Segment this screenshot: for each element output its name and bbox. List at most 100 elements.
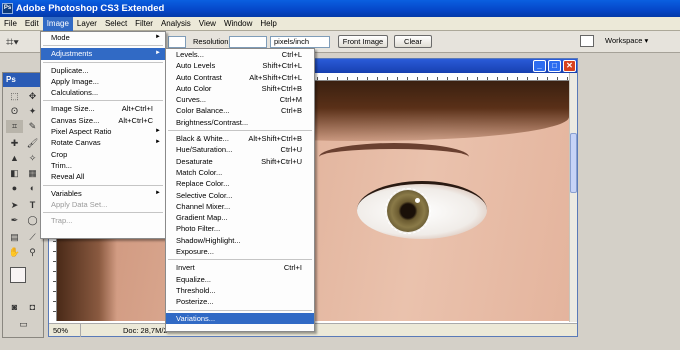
menu-item-threshold[interactable]: Threshold... — [166, 285, 314, 296]
label: Levels... — [176, 50, 204, 59]
menu-item-curves[interactable]: Curves... Ctrl+M — [166, 94, 314, 105]
menu-item-color-balance[interactable]: Color Balance... Ctrl+B — [166, 105, 314, 116]
menu-item-trim[interactable]: Trim... — [41, 160, 165, 171]
path-select-icon[interactable]: ➤ — [6, 199, 23, 212]
eyedropper-icon[interactable]: ⟋ — [24, 231, 41, 244]
label: Invert — [176, 263, 195, 273]
menu-item-variables[interactable]: Variables ► — [41, 188, 165, 199]
zoom-tool-icon[interactable]: ⚲ — [24, 246, 41, 259]
blur-tool-icon[interactable]: ● — [6, 182, 23, 195]
label: Hue/Saturation... — [176, 145, 233, 155]
zoom-level[interactable]: 50% — [51, 324, 81, 337]
close-icon[interactable]: ✕ — [563, 60, 576, 72]
menu-item-crop[interactable]: Crop — [41, 149, 165, 160]
menu-item-black-white[interactable]: Black & White... Alt+Shift+Ctrl+B — [166, 133, 314, 144]
label: Color Balance... — [176, 106, 230, 116]
slice-tool-icon[interactable]: ✎ — [24, 120, 41, 133]
eraser-tool-icon[interactable]: ◧ — [6, 167, 23, 180]
menu-file[interactable]: File — [0, 17, 21, 31]
menu-item-posterize[interactable]: Posterize... — [166, 296, 314, 307]
crop-tool-icon[interactable]: ⌗▾ — [6, 33, 32, 51]
menu-item-auto-color[interactable]: Auto Color Shift+Ctrl+B — [166, 83, 314, 94]
vertical-scrollbar[interactable] — [569, 73, 577, 322]
menu-help[interactable]: Help — [256, 17, 280, 31]
menu-item-pixel-aspect-ratio[interactable]: Pixel Aspect Ratio ► — [41, 126, 165, 137]
menu-item-mode[interactable]: Mode ► — [41, 32, 165, 43]
menu-item-photo-filter[interactable]: Photo Filter... — [166, 223, 314, 234]
shortcut: Alt+Shift+Ctrl+B — [248, 134, 302, 144]
quick-mask-icon[interactable]: ◙ — [6, 301, 23, 314]
move-tool-icon[interactable]: ✥ — [24, 90, 41, 103]
healing-brush-icon[interactable]: ✚ — [6, 137, 23, 150]
menu-item-match-color[interactable]: Match Color... — [166, 167, 314, 178]
height-field[interactable] — [168, 36, 186, 48]
menu-item-canvas-size[interactable]: Canvas Size... Alt+Ctrl+C — [41, 115, 165, 126]
menu-item-auto-levels[interactable]: Auto Levels Shift+Ctrl+L — [166, 60, 314, 71]
menu-item-calculations[interactable]: Calculations... — [41, 87, 165, 98]
type-tool-icon[interactable]: T — [24, 199, 41, 212]
label: Replace Color... — [176, 179, 230, 189]
menu-item-equalize[interactable]: Equalize... — [166, 274, 314, 285]
menu-item-image-size[interactable]: Image Size... Alt+Ctrl+I — [41, 103, 165, 114]
menu-item-brightness-contrast[interactable]: Brightness/Contrast... — [166, 117, 314, 128]
label: Photo Filter... — [176, 224, 221, 234]
menu-view[interactable]: View — [195, 17, 220, 31]
screen-mode-icon[interactable]: ▭ — [15, 318, 32, 331]
menu-item-replace-color[interactable]: Replace Color... — [166, 178, 314, 189]
menu-item-shadow-highlight[interactable]: Shadow/Highlight... — [166, 235, 314, 246]
workspace-menu[interactable]: Workspace ▾ — [605, 31, 648, 51]
menu-layer[interactable]: Layer — [73, 17, 101, 31]
separator — [168, 309, 312, 311]
menu-item-duplicate[interactable]: Duplicate... — [41, 65, 165, 76]
menu-item-reveal-all[interactable]: Reveal All — [41, 171, 165, 182]
scroll-thumb[interactable] — [570, 133, 577, 193]
crop-tool-icon-palette[interactable]: ⌗ — [6, 120, 23, 133]
foreground-color-swatch[interactable] — [10, 267, 26, 283]
gradient-tool-icon[interactable]: ▦ — [24, 167, 41, 180]
resolution-unit-select[interactable]: pixels/inch — [270, 36, 330, 48]
menu-image[interactable]: Image — [42, 16, 73, 31]
dodge-tool-icon[interactable]: ◐ — [24, 182, 41, 195]
minimize-icon[interactable]: _ — [533, 60, 546, 72]
brush-tool-icon[interactable]: 🖌 — [24, 137, 41, 150]
marquee-tool-icon[interactable]: ⬚ — [6, 90, 23, 103]
clear-button[interactable]: Clear — [394, 35, 432, 48]
menu-item-rotate-canvas[interactable]: Rotate Canvas ► — [41, 137, 165, 148]
menu-item-adjustments[interactable]: Adjustments ► — [41, 48, 165, 60]
label: Gradient Map... — [176, 213, 228, 223]
menu-item-selective-color[interactable]: Selective Color... — [166, 190, 314, 201]
lasso-tool-icon[interactable]: ʘ — [6, 105, 23, 118]
menu-item-auto-contrast[interactable]: Auto Contrast Alt+Shift+Ctrl+L — [166, 72, 314, 83]
menu-item-channel-mixer[interactable]: Channel Mixer... — [166, 201, 314, 212]
magic-wand-icon[interactable]: ✦ — [24, 105, 41, 118]
menu-item-exposure[interactable]: Exposure... — [166, 246, 314, 257]
menu-filter[interactable]: Filter — [131, 17, 157, 31]
menu-item-invert[interactable]: Invert Ctrl+I — [166, 262, 314, 273]
menu-analysis[interactable]: Analysis — [157, 17, 195, 31]
palette-well-icon[interactable] — [580, 35, 594, 47]
standard-mode-icon[interactable]: ◘ — [24, 301, 41, 314]
label: Adjustments — [51, 49, 93, 59]
front-image-button[interactable]: Front Image — [338, 35, 388, 48]
resolution-field[interactable] — [229, 36, 267, 48]
label: Curves... — [176, 95, 207, 105]
separator — [168, 259, 312, 261]
shortcut: Shift+Ctrl+U — [261, 156, 302, 166]
stamp-tool-icon[interactable]: ▲ — [6, 152, 23, 165]
menu-item-levels[interactable]: Levels... Ctrl+L — [166, 49, 314, 60]
menu-item-apply-image[interactable]: Apply Image... — [41, 76, 165, 87]
menu-window[interactable]: Window — [220, 17, 256, 31]
unit-value: pixels/inch — [274, 37, 310, 46]
history-brush-icon[interactable]: ✧ — [24, 152, 41, 165]
menu-item-hue-saturation[interactable]: Hue/Saturation... Ctrl+U — [166, 144, 314, 155]
menu-select[interactable]: Select — [101, 17, 131, 31]
maximize-icon[interactable]: □ — [548, 60, 561, 72]
menu-item-variations[interactable]: Variations... — [166, 312, 314, 324]
menu-item-gradient-map[interactable]: Gradient Map... — [166, 212, 314, 223]
notes-tool-icon[interactable]: ▤ — [6, 231, 23, 244]
menu-edit[interactable]: Edit — [21, 17, 43, 31]
pen-tool-icon[interactable]: ✒ — [6, 214, 23, 227]
shape-tool-icon[interactable]: ◯ — [24, 214, 41, 227]
menu-item-desaturate[interactable]: Desaturate Shift+Ctrl+U — [166, 156, 314, 167]
hand-tool-icon[interactable]: ✋ — [6, 246, 23, 259]
